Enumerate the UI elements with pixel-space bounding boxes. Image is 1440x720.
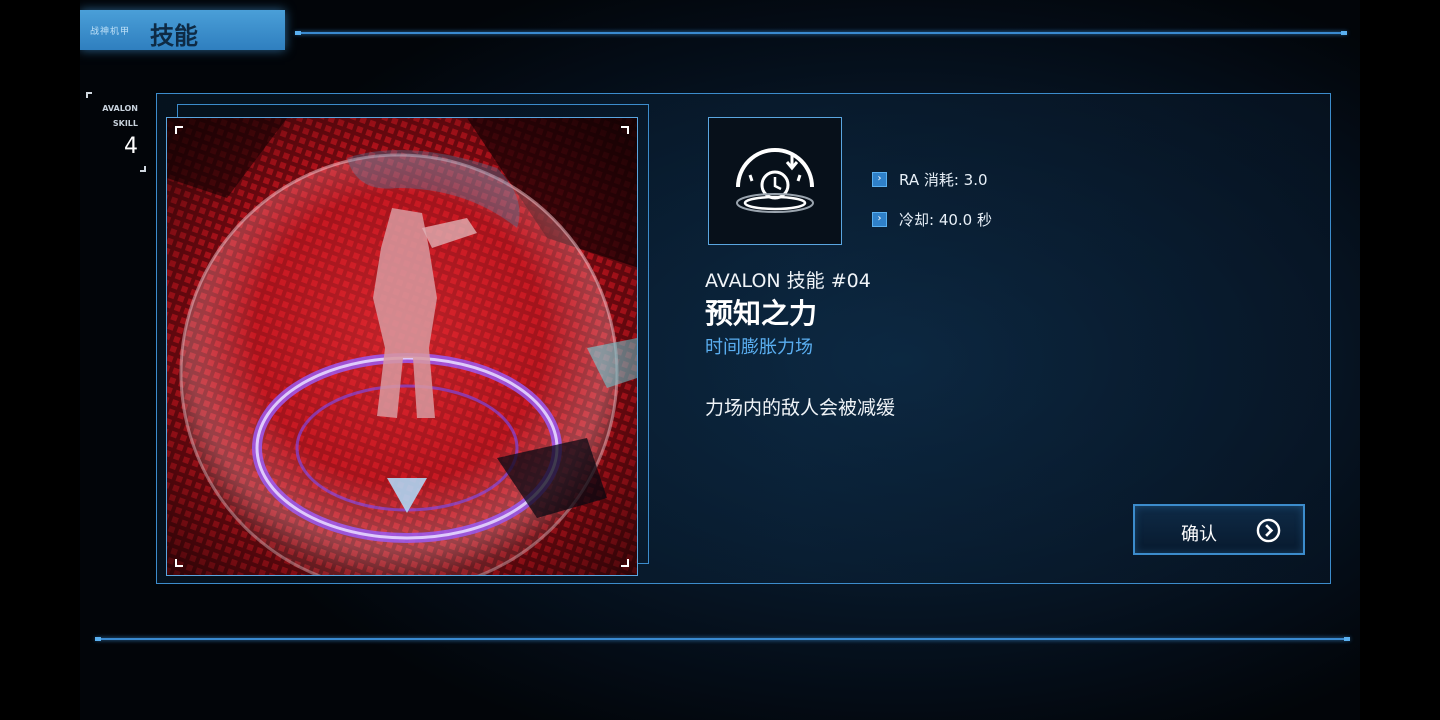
skill-stats: › RA 消耗: 3.0 › 冷却: 40.0 秒 [872, 168, 992, 248]
header-divider [295, 31, 1347, 35]
skill-preview-art [167, 118, 637, 575]
bottom-divider [95, 637, 1350, 641]
game-screen: 战神机甲 技能 AVALON SKILL 4 › RA 消耗: 3.0 › 冷却… [80, 0, 1360, 720]
ra-cost-value: RA 消耗: 3.0 [899, 170, 988, 189]
skill-description: 力场内的敌人会被减缓 [705, 397, 896, 419]
skill-index-skill-label: SKILL [112, 119, 138, 128]
skill-index-mech-label: AVALON [102, 104, 138, 113]
skill-index-number: 4 [124, 134, 138, 159]
stat-ra-cost: › RA 消耗: 3.0 [872, 168, 992, 190]
skill-preview-image [166, 117, 638, 576]
stat-cooldown: › 冷却: 40.0 秒 [872, 208, 992, 230]
corner-bracket-icon [621, 559, 629, 567]
corner-bracket-icon [175, 126, 183, 134]
time-dilation-clock-icon [708, 117, 842, 245]
page-title: 技能 [150, 22, 198, 50]
corner-bracket-icon [86, 92, 92, 98]
skill-index: AVALON SKILL 4 [86, 92, 146, 172]
chevron-right-icon: › [872, 171, 887, 187]
header-tab: 战神机甲 技能 [80, 10, 285, 50]
confirm-button[interactable]: 确认 [1133, 504, 1305, 555]
chevron-right-icon: › [872, 211, 887, 227]
header-small-label: 战神机甲 [90, 27, 131, 37]
corner-bracket-icon [175, 559, 183, 567]
skill-name: 预知之力 [705, 297, 818, 330]
skill-type: 时间膨胀力场 [705, 337, 813, 358]
circled-chevron-right-icon [1256, 518, 1281, 543]
skill-subtitle: AVALON 技能 #04 [705, 270, 871, 292]
confirm-button-label: 确认 [1181, 524, 1217, 545]
cooldown-value: 冷却: 40.0 秒 [899, 210, 992, 229]
corner-bracket-icon [621, 126, 629, 134]
corner-bracket-icon [140, 166, 146, 172]
